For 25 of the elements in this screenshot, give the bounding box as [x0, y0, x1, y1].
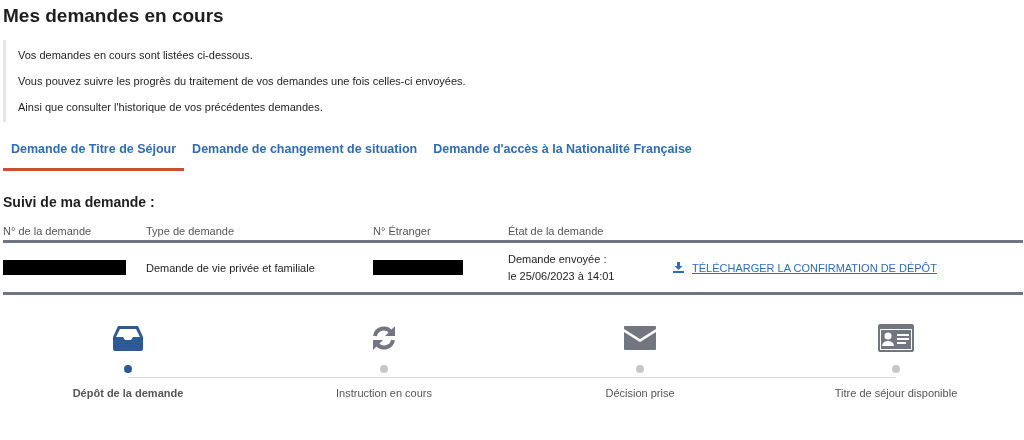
step-label: Dépôt de la demande [72, 387, 184, 399]
table-cell-text: Demande de vie privée et familiale [146, 261, 316, 274]
info-text: Vous pouvez suivre les progrès du traitement de vos demandes une fois celles-ci envoyées. [18, 74, 467, 89]
tab[interactable]: Demande d'accès à la Nationalité Française [425, 134, 700, 171]
step-label: Instruction en cours [336, 387, 432, 399]
status-text: Demande envoyée : [508, 251, 608, 267]
inbox-icon [113, 325, 143, 351]
download-icon [673, 262, 684, 273]
column-header: État de la demande [508, 225, 605, 237]
column-header: Type de demande [146, 225, 236, 237]
info-text: Vos demandes en cours sont listées ci-dessous. [18, 48, 254, 63]
envelope-icon [624, 326, 656, 350]
step-label: Titre de séjour disponible [834, 387, 958, 399]
tab[interactable]: Demande de Titre de Séjour [3, 134, 185, 171]
column-header: N° de la demande [3, 225, 93, 237]
page-title: Mes demandes en cours [3, 4, 225, 27]
status-text: le 25/06/2023 à 14:01 [508, 268, 616, 284]
step-label: Décision prise [605, 387, 675, 399]
download-link[interactable]: TÉLÉCHARGER LA CONFIRMATION DE DÉPÔT [673, 261, 1023, 274]
tab[interactable]: Demande de changement de situation [184, 134, 426, 171]
refresh-icon [370, 324, 398, 352]
section-title: Suivi de ma demande : [3, 194, 156, 210]
id-card-icon [878, 324, 914, 352]
info-text: Ainsi que consulter l'historique de vos précédentes demandes. [18, 100, 324, 115]
column-header: N° Étranger [373, 225, 432, 237]
